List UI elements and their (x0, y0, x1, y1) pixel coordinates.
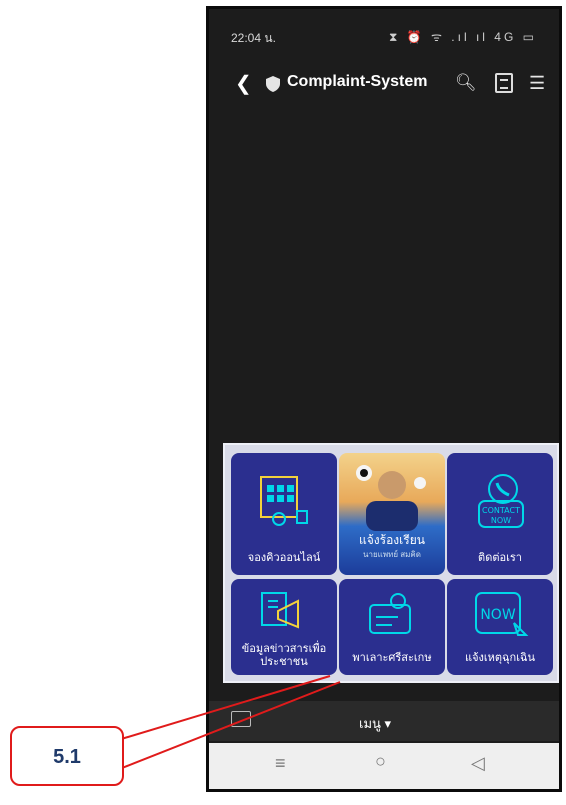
callout-pointer-lines (117, 675, 341, 769)
callout-label: 5.1 (53, 746, 81, 768)
callout-box: 5.1 (10, 726, 124, 786)
